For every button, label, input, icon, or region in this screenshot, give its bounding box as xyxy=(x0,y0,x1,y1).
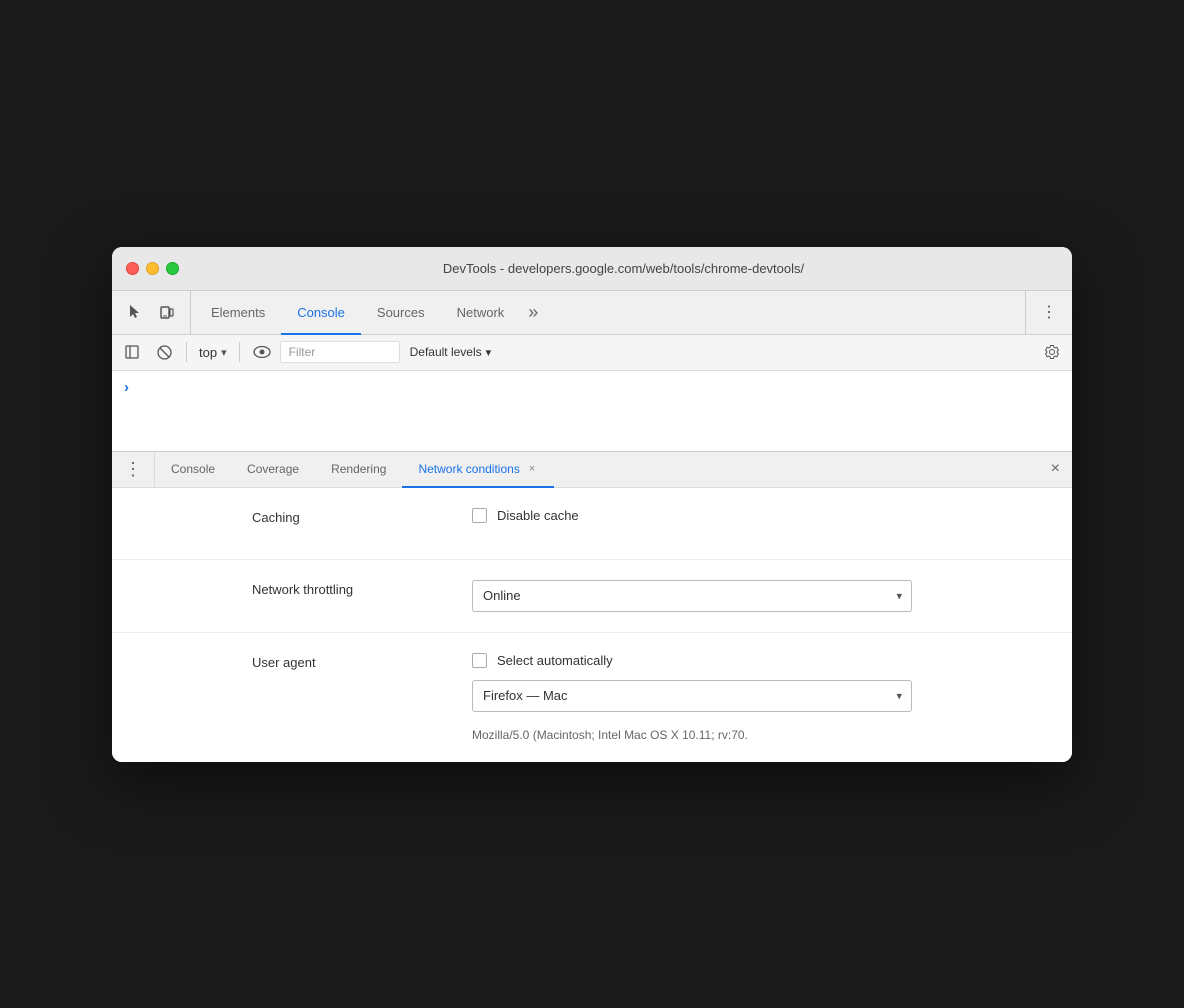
toolbar-divider-2 xyxy=(239,342,240,362)
devtools-window: DevTools - developers.google.com/web/too… xyxy=(112,247,1072,762)
devtools-icon-group xyxy=(120,291,191,334)
close-button[interactable] xyxy=(126,262,139,275)
drawer-tabbar: ⋮ Console Coverage Rendering Network con… xyxy=(112,452,1072,488)
caching-control: Disable cache xyxy=(472,508,932,523)
select-auto-label: Select automatically xyxy=(497,653,613,668)
console-toolbar: top ▾ Default levels ▾ xyxy=(112,335,1072,371)
caching-label: Caching xyxy=(252,508,432,525)
throttling-control: Online Fast 3G Slow 3G Offline ▾ xyxy=(472,580,932,612)
user-agent-control: Select automatically Firefox — Mac Chrom… xyxy=(472,653,932,742)
main-tabs: Elements Console Sources Network » xyxy=(195,291,1025,334)
drawer-tab-network-conditions-close[interactable]: × xyxy=(526,462,538,476)
more-tabs-button[interactable]: » xyxy=(520,291,546,334)
context-select[interactable]: top ▾ xyxy=(195,345,231,360)
main-tabbar: Elements Console Sources Network » ⋮ xyxy=(112,291,1072,335)
titlebar: DevTools - developers.google.com/web/too… xyxy=(112,247,1072,291)
throttling-select-wrapper: Online Fast 3G Slow 3G Offline ▾ xyxy=(472,580,912,612)
drawer-tab-network-conditions[interactable]: Network conditions × xyxy=(402,453,554,488)
drawer-tab-rendering[interactable]: Rendering xyxy=(315,453,402,488)
disable-cache-label: Disable cache xyxy=(497,508,579,523)
tab-sources[interactable]: Sources xyxy=(361,292,441,335)
drawer-tab-coverage[interactable]: Coverage xyxy=(231,453,315,488)
traffic-lights xyxy=(126,262,179,275)
ua-select-wrapper: Firefox — Mac Chrome — Android Safari — … xyxy=(472,680,912,712)
clear-console-button[interactable] xyxy=(150,338,178,366)
log-levels-button[interactable]: Default levels ▾ xyxy=(404,343,498,361)
ua-string: Mozilla/5.0 (Macintosh; Intel Mac OS X 1… xyxy=(472,728,932,742)
drawer: ⋮ Console Coverage Rendering Network con… xyxy=(112,451,1072,762)
disable-cache-checkbox[interactable] xyxy=(472,508,487,523)
throttling-label: Network throttling xyxy=(252,580,432,597)
device-icon[interactable] xyxy=(152,297,182,327)
select-auto-checkbox[interactable] xyxy=(472,653,487,668)
toolbar-divider xyxy=(186,342,187,362)
devtools-menu: ⋮ xyxy=(1025,291,1064,334)
throttling-select[interactable]: Online Fast 3G Slow 3G Offline xyxy=(472,580,912,612)
settings-button[interactable] xyxy=(1038,338,1066,366)
maximize-button[interactable] xyxy=(166,262,179,275)
minimize-button[interactable] xyxy=(146,262,159,275)
sidebar-toggle-button[interactable] xyxy=(118,338,146,366)
drawer-tab-console[interactable]: Console xyxy=(155,453,231,488)
tab-elements[interactable]: Elements xyxy=(195,292,281,335)
console-caret[interactable]: › xyxy=(124,379,129,396)
eye-icon[interactable] xyxy=(248,338,276,366)
tab-console[interactable]: Console xyxy=(281,292,361,335)
tab-network[interactable]: Network xyxy=(441,292,521,335)
select-auto-row: Select automatically xyxy=(472,653,932,668)
drawer-close-button[interactable]: × xyxy=(1039,452,1072,487)
devtools-menu-icon[interactable]: ⋮ xyxy=(1034,297,1064,327)
drawer-tabs: Console Coverage Rendering Network condi… xyxy=(155,452,554,487)
throttling-section: Network throttling Online Fast 3G Slow 3… xyxy=(112,560,1072,633)
network-conditions-panel: Caching Disable cache Network throttling… xyxy=(112,488,1072,762)
drawer-menu-icon[interactable]: ⋮ xyxy=(112,452,155,487)
cursor-icon[interactable] xyxy=(120,297,150,327)
ua-select[interactable]: Firefox — Mac Chrome — Android Safari — … xyxy=(472,680,912,712)
window-title: DevTools - developers.google.com/web/too… xyxy=(189,261,1058,276)
console-area: › xyxy=(112,371,1072,451)
user-agent-label: User agent xyxy=(252,653,432,670)
filter-input[interactable] xyxy=(280,341,400,363)
caching-section: Caching Disable cache xyxy=(112,488,1072,560)
user-agent-section: User agent Select automatically Firefox … xyxy=(112,633,1072,762)
